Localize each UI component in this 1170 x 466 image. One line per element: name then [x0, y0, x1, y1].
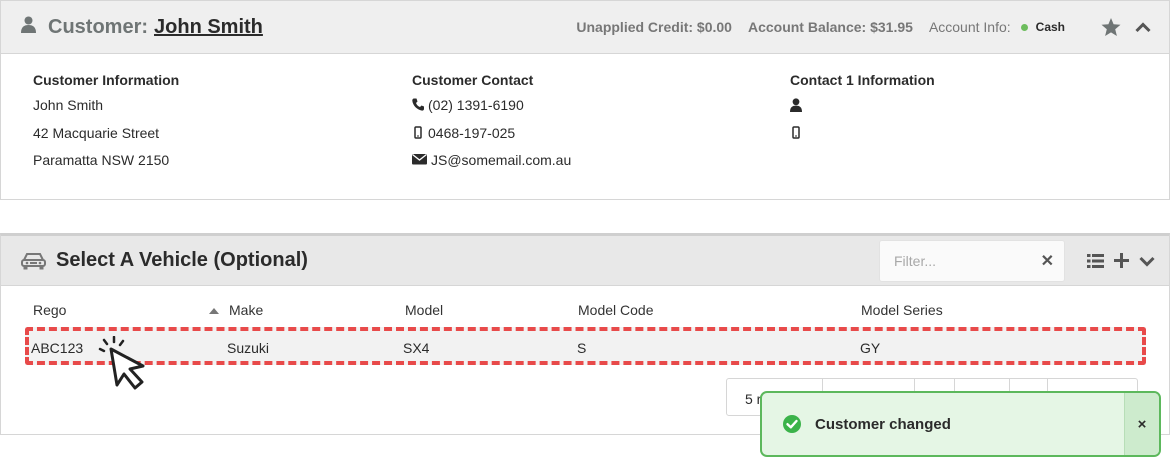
customer-header: Customer: John Smith Unapplied Credit: $… [1, 1, 1169, 54]
check-circle-icon [783, 415, 801, 433]
phone-icon [412, 98, 424, 111]
mobile-icon [414, 125, 422, 139]
account-balance: Account Balance: $31.95 [747, 19, 913, 35]
vehicle-title: Select A Vehicle (Optional) [56, 249, 308, 271]
customer-information-heading: Customer Information [33, 72, 180, 88]
customer-panel: Customer: John Smith Unapplied Credit: $… [0, 0, 1170, 200]
customer-contact-heading: Customer Contact [412, 72, 534, 88]
user-icon [21, 16, 36, 39]
customer-suburb-line: Paramatta NSW 2150 [33, 152, 170, 168]
vehicle-actions [1077, 253, 1155, 268]
customer-name-line: John Smith [33, 97, 104, 113]
sort-ascending-icon [209, 308, 219, 314]
customer-information: Customer Information John Smith 42 Macqu… [33, 72, 179, 180]
cell-model: SX4 [403, 340, 430, 356]
customer-street-line: 42 Macquarie Street [33, 124, 160, 141]
account-info-label: Account Info: [928, 19, 1011, 35]
customer-name-link[interactable]: John Smith [154, 16, 263, 39]
cell-model-code: S [577, 340, 587, 356]
envelope-icon [412, 153, 427, 165]
phone-number: (02) 1391-6190 [428, 97, 524, 113]
email-address: JS@somemail.com.au [431, 152, 572, 168]
vehicle-header: Select A Vehicle (Optional) ✕ [1, 236, 1169, 286]
customer-label: Customer: [48, 15, 149, 38]
contact-1-mobile-line [790, 125, 935, 153]
pointer-cursor-icon [97, 335, 149, 395]
car-icon [21, 252, 46, 270]
filter-input[interactable] [894, 252, 1034, 269]
status-dot-icon [1020, 23, 1028, 31]
chevron-up-icon[interactable] [1135, 21, 1151, 33]
account-summary: Unapplied Credit: $0.00 Account Balance:… [576, 17, 1151, 37]
contact-1-information: Contact 1 Information [790, 72, 935, 152]
customer-title: Customer: John Smith [21, 16, 263, 39]
user-icon [790, 98, 802, 112]
contact-1-heading: Contact 1 Information [790, 72, 935, 88]
email-line: JS@somemail.com.au [412, 152, 571, 180]
clear-filter-icon[interactable]: ✕ [1041, 251, 1054, 271]
star-icon[interactable] [1101, 17, 1121, 37]
phone-line: (02) 1391-6190 [412, 97, 571, 125]
unapplied-credit: Unapplied Credit: $0.00 [576, 19, 732, 35]
add-icon[interactable] [1114, 253, 1129, 268]
account-type-badge: Cash [1035, 20, 1065, 34]
column-header-make[interactable]: Make [229, 302, 263, 318]
toast-notification: Customer changed × [760, 391, 1161, 457]
column-header-model-code[interactable]: Model Code [578, 302, 654, 318]
filter-box: ✕ [879, 239, 1065, 282]
customer-contact: Customer Contact (02) 1391-6190 0468-197… [412, 72, 571, 180]
cell-model-series: GY [860, 340, 881, 356]
column-header-model[interactable]: Model [405, 302, 443, 318]
list-icon[interactable] [1087, 253, 1104, 268]
column-header-rego[interactable]: Rego [33, 302, 66, 318]
cell-make: Suzuki [227, 340, 270, 356]
cell-rego: ABC123 [31, 340, 84, 356]
toast-close-button[interactable]: × [1124, 393, 1159, 455]
column-header-model-series[interactable]: Model Series [861, 302, 943, 318]
toast-message: Customer changed [815, 415, 951, 433]
contact-1-name-line [790, 97, 935, 125]
chevron-down-icon[interactable] [1139, 255, 1155, 267]
mobile-line: 0468-197-025 [412, 125, 571, 153]
mobile-number: 0468-197-025 [428, 124, 516, 141]
mobile-icon [792, 125, 800, 139]
